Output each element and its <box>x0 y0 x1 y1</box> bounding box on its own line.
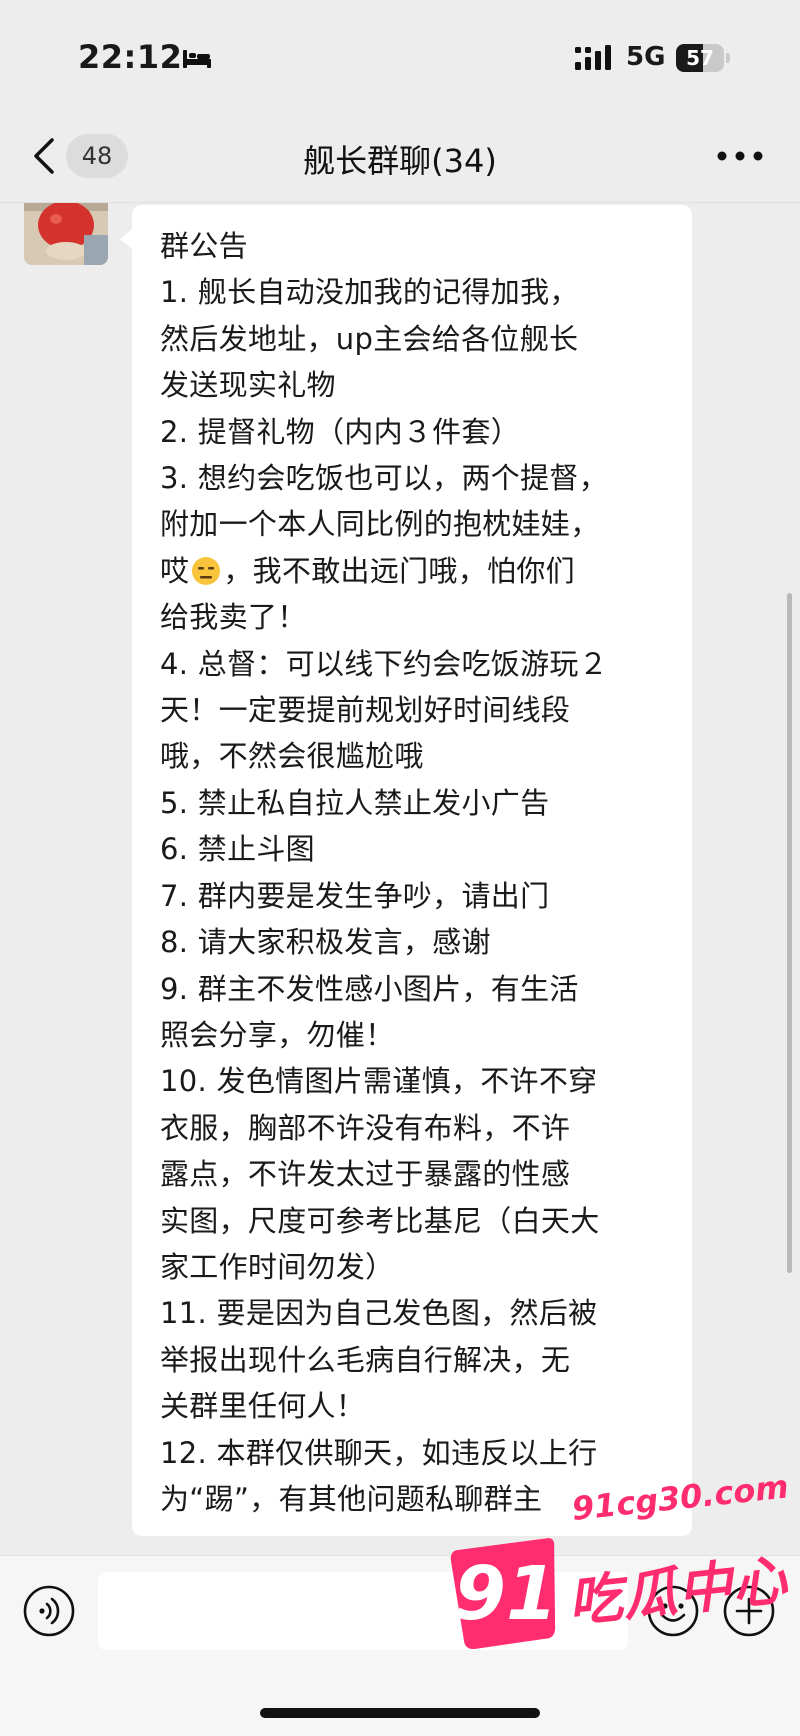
announcement-text: ，我不敢出远门哦，怕你们 <box>223 553 575 588</box>
add-icon[interactable] <box>722 1584 776 1638</box>
announcement-line: 3. 想约会吃饭也可以，两个提督， <box>160 461 608 496</box>
avatar[interactable] <box>24 203 108 265</box>
bed-icon <box>183 50 211 68</box>
announcement-line: 举报出现什么毛病自行解决，无 <box>160 1342 571 1377</box>
announcement-line: 10. 发色情图片需谨慎，不许不穿 <box>160 1064 598 1099</box>
status-bar: 22:12 5G 57 <box>0 0 800 110</box>
announcement-line: 5. 禁止私自拉人禁止发小广告 <box>160 785 550 820</box>
back-button[interactable]: 48 <box>28 128 132 184</box>
home-indicator[interactable] <box>260 1708 540 1718</box>
voice-icon[interactable] <box>22 1584 76 1638</box>
message-input[interactable] <box>98 1572 628 1650</box>
announcement-line: 附加一个本人同比例的抱枕娃娃， <box>160 507 600 542</box>
announcement-line: 给我卖了！ <box>160 600 307 635</box>
back-icon <box>34 138 54 174</box>
avatar-image <box>24 203 108 265</box>
status-time: 22:12 <box>78 38 183 76</box>
announcement-line: 家工作时间勿发） <box>160 1249 395 1284</box>
chat-screen: 22:12 5G 57 48 舰长群聊(34) 群公告 1. 舰长自动没加我的记… <box>0 0 800 1736</box>
more-icon[interactable] <box>712 140 768 172</box>
announcement-line: 关群里任何人！ <box>160 1389 366 1424</box>
announcement-title: 群公告 <box>160 229 248 263</box>
chat-title: 舰长群聊(34) <box>303 142 497 180</box>
expressionless-face-emoji <box>192 556 221 585</box>
announcement-line: 9. 群主不发性感小图片，有生活 <box>160 971 579 1006</box>
announcement-line: 11. 要是因为自己发色图，然后被 <box>160 1296 598 1331</box>
announcement-bubble[interactable]: 群公告 1. 舰长自动没加我的记得加我， 然后发地址，up主会给各位舰长 发送现… <box>120 205 692 1537</box>
announcement-line: 实图，尺度可参考比基尼（白天大 <box>160 1203 600 1238</box>
signal-icon <box>575 45 611 70</box>
battery-indicator: 57 <box>676 44 730 72</box>
announcement-line: 4. 总督：可以线下约会吃饭游玩２ <box>160 646 608 681</box>
announcement-line: 8. 请大家积极发言，感谢 <box>160 925 491 960</box>
chat-header: 48 舰长群聊(34) <box>0 110 800 203</box>
unread-count-badge: 48 <box>66 134 128 178</box>
announcement-line: 衣服，胸部不许没有布料，不许 <box>160 1110 571 1145</box>
battery-level: 57 <box>686 46 714 70</box>
announcement-line: 2. 提督礼物（内内３件套） <box>160 414 521 449</box>
announcement-line: 哦，不然会很尴尬哦 <box>160 739 424 774</box>
announcement-line: 7. 群内要是发生争吵，请出门 <box>160 878 550 913</box>
announcement-line: 然后发地址，up主会给各位舰长 <box>160 321 579 356</box>
announcement-line: 露点，不许发太过于暴露的性感 <box>160 1157 571 1192</box>
announcement-line-with-emoji: 哎 ，我不敢出远门哦，怕你们 <box>160 548 670 594</box>
announcement-line: 发送现实礼物 <box>160 368 336 403</box>
announcement-line: 天！一定要提前规划好时间线段 <box>160 693 571 728</box>
message-list[interactable]: 群公告 1. 舰长自动没加我的记得加我， 然后发地址，up主会给各位舰长 发送现… <box>0 203 800 1553</box>
announcement-line: 1. 舰长自动没加我的记得加我， <box>160 275 579 310</box>
announcement-line: 为“踢”，有其他问题私聊群主 <box>160 1481 543 1516</box>
announcement-line: 12. 本群仅供聊天，如违反以上行 <box>160 1435 598 1470</box>
scrollbar[interactable] <box>787 593 792 1273</box>
announcement-line: 6. 禁止斗图 <box>160 832 315 867</box>
emoji-icon[interactable] <box>646 1584 700 1638</box>
input-bar <box>0 1555 800 1736</box>
announcement-text: 哎 <box>160 553 190 588</box>
network-label: 5G <box>626 42 666 72</box>
announcement-line: 照会分享，勿催！ <box>160 1017 395 1052</box>
